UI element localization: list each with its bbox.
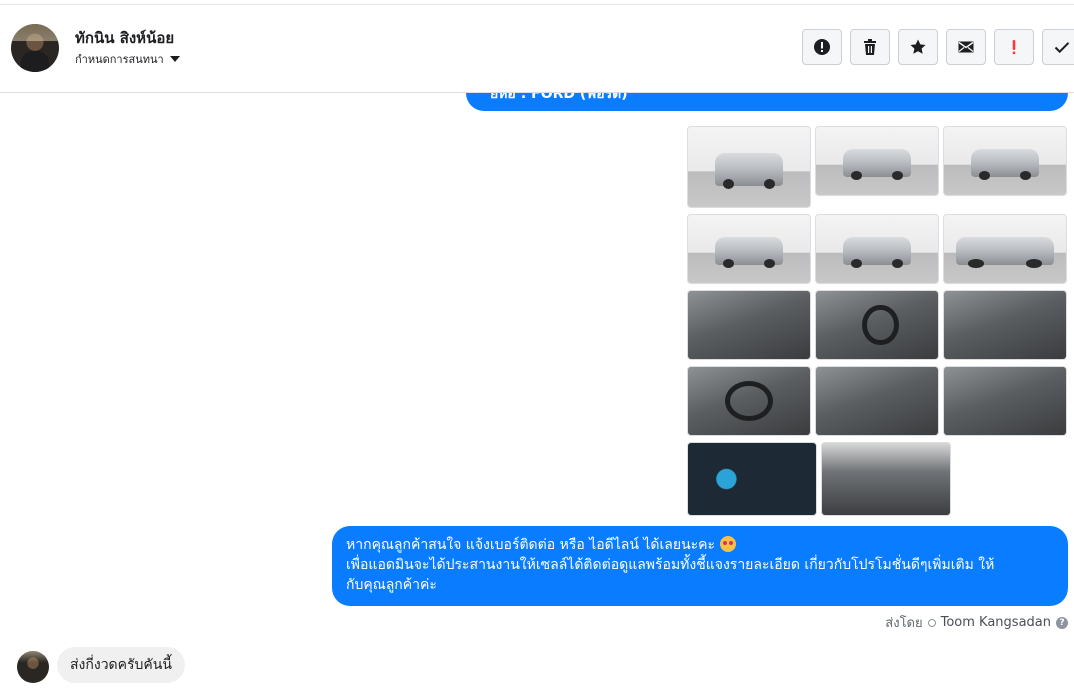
contact-avatar[interactable] <box>11 24 59 72</box>
mark-spam-button[interactable] <box>802 29 842 65</box>
car-photo[interactable] <box>687 214 811 284</box>
car-photo[interactable] <box>687 442 817 516</box>
assign-conversation-dropdown[interactable]: กำหนดการสนทนา <box>75 50 180 68</box>
message-line: กับคุณลูกค้าค่ะ <box>346 577 437 593</box>
conversation-header: ทักนิน สิงห์น้อย กำหนดการสนทนา <box>0 5 1074 93</box>
message-line: หากคุณลูกค้าสนใจ แจ้งเบอร์ติดต่อ หรือ ไอ… <box>346 537 716 553</box>
alert-circle-icon <box>814 39 830 55</box>
contact-avatar-small[interactable] <box>17 651 49 683</box>
incoming-message: ส่งกี่งวดครับคันนี้ <box>57 647 185 683</box>
car-photo[interactable] <box>943 366 1067 436</box>
car-photo[interactable] <box>815 366 939 436</box>
car-photo[interactable] <box>687 126 811 208</box>
mark-done-button[interactable] <box>1042 29 1074 65</box>
status-dot-icon <box>927 618 936 627</box>
car-photo[interactable] <box>687 290 811 360</box>
follow-up-button[interactable] <box>994 29 1034 65</box>
car-photo[interactable] <box>815 290 939 360</box>
sent-by-label: ส่งโดย <box>885 616 923 631</box>
sent-by-attribution: ส่งโดย Toom Kangsadan ? <box>885 612 1068 633</box>
help-icon[interactable]: ? <box>1056 616 1068 629</box>
star-icon <box>910 39 926 54</box>
smiling-face-with-hearts-icon <box>719 536 736 552</box>
car-photo[interactable] <box>821 442 951 516</box>
car-photo[interactable] <box>943 214 1067 284</box>
caret-down-icon <box>169 56 180 62</box>
assign-label: กำหนดการสนทนา <box>75 53 164 66</box>
outgoing-message: หากคุณลูกค้าสนใจ แจ้งเบอร์ติดต่อ หรือ ไอ… <box>332 526 1068 606</box>
sender-name[interactable]: Toom Kangsadan <box>941 615 1051 630</box>
car-photo[interactable] <box>687 366 811 436</box>
message-line: เพื่อแอดมินจะได้ประสานงานให้เซลล์ได้ติดต… <box>346 557 995 573</box>
car-photo[interactable] <box>815 214 939 284</box>
car-photo[interactable] <box>943 126 1067 196</box>
car-photo[interactable] <box>943 290 1067 360</box>
exclamation-icon <box>1012 40 1016 55</box>
delete-button[interactable] <box>850 29 890 65</box>
trash-icon <box>864 39 876 55</box>
car-photo[interactable] <box>815 126 939 196</box>
mark-unread-button[interactable] <box>946 29 986 65</box>
star-button[interactable] <box>898 29 938 65</box>
envelope-icon <box>958 41 974 53</box>
checkmark-icon <box>1054 42 1070 54</box>
message-text: ส่งกี่งวดครับคันนี้ <box>70 657 172 673</box>
contact-name[interactable]: ทักนิน สิงห์น้อย <box>75 26 174 50</box>
